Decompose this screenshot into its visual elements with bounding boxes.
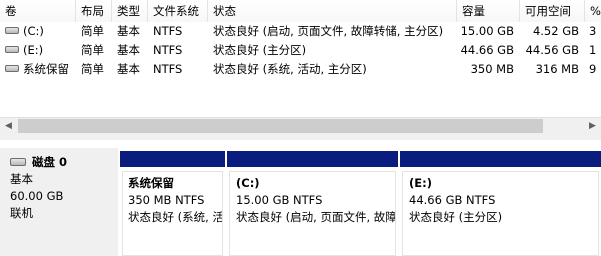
disk-state: 联机	[10, 206, 33, 220]
type-cell: 基本	[117, 62, 140, 76]
percent-free-cell: 3	[589, 24, 597, 38]
table-row[interactable]: 系统保留 简单 基本 NTFS 状态良好 (系统, 活动, 主分区) 350 M…	[0, 60, 601, 79]
drive-icon	[5, 46, 19, 53]
partition-details: (C:) 15.00 GB NTFS 状态良好 (启动, 页面文件, 故障转储,…	[229, 171, 396, 256]
column-header-volume[interactable]: 卷	[0, 0, 76, 22]
scrollbar-thumb[interactable]	[18, 119, 543, 133]
partition-status: 状态良好 (主分区)	[409, 210, 503, 224]
partition-details: 系统保留 350 MB NTFS 状态良好 (系统, 活动, 主分区)	[122, 171, 223, 256]
table-row[interactable]: (E:) 简单 基本 NTFS 状态良好 (主分区) 44.66 GB 44.5…	[0, 41, 601, 60]
layout-cell: 简单	[81, 43, 104, 57]
drive-icon	[5, 27, 19, 34]
volume-list-header: 卷 布局 类型 文件系统 状态 容量 可用空间 %	[0, 0, 601, 22]
capacity-cell: 350 MB	[470, 62, 514, 76]
free-space-cell: 316 MB	[535, 62, 579, 76]
partition-bar	[227, 151, 398, 167]
partition-name: 系统保留	[128, 176, 174, 190]
volume-list[interactable]: 卷 布局 类型 文件系统 状态 容量 可用空间 % (C:) 简单 基本 NTF…	[0, 0, 601, 119]
disk-size: 60.00 GB	[10, 189, 64, 203]
type-cell: 基本	[117, 24, 140, 38]
horizontal-scrollbar[interactable]: ◀ ▶	[0, 117, 601, 134]
free-space-cell: 4.52 GB	[532, 24, 579, 38]
filesystem-cell: NTFS	[153, 43, 183, 57]
disk-info-panel[interactable]: 磁盘 0 基本 60.00 GB 联机	[0, 148, 118, 256]
column-header-status[interactable]: 状态	[208, 0, 457, 22]
partition-status: 状态良好 (系统, 活动, 主分区)	[128, 210, 223, 224]
status-cell: 状态良好 (主分区)	[213, 43, 307, 57]
disk-title: 磁盘 0	[32, 155, 68, 169]
disk-icon	[10, 157, 26, 166]
partition-block-system-reserved[interactable]: 系统保留 350 MB NTFS 状态良好 (系统, 活动, 主分区)	[120, 151, 225, 256]
column-header-type[interactable]: 类型	[112, 0, 148, 22]
partition-block-e[interactable]: (E:) 44.66 GB NTFS 状态良好 (主分区)	[400, 151, 601, 256]
capacity-cell: 15.00 GB	[460, 24, 514, 38]
disk-title-row: 磁盘 0	[10, 154, 118, 171]
status-cell: 状态良好 (系统, 活动, 主分区)	[213, 62, 367, 76]
column-header-capacity[interactable]: 容量	[457, 0, 520, 22]
scroll-right-arrow-icon[interactable]: ▶	[584, 118, 601, 135]
filesystem-cell: NTFS	[153, 24, 183, 38]
volume-name: (C:)	[23, 24, 44, 38]
column-header-filesystem[interactable]: 文件系统	[148, 0, 208, 22]
type-cell: 基本	[117, 43, 140, 57]
drive-icon	[5, 65, 19, 72]
column-header-percent-free[interactable]: %	[585, 0, 601, 22]
volume-name: 系统保留	[23, 62, 69, 76]
status-cell: 状态良好 (启动, 页面文件, 故障转储, 主分区)	[213, 24, 444, 38]
layout-cell: 简单	[81, 24, 104, 38]
disk-graphical-view: 磁盘 0 基本 60.00 GB 联机 系统保留 350 MB NTFS 状态良…	[0, 140, 601, 256]
percent-free-cell: 1	[589, 43, 597, 57]
free-space-cell: 44.56 GB	[525, 43, 579, 57]
disk-type: 基本	[10, 172, 33, 186]
partition-bar	[400, 151, 601, 167]
volume-cell: (E:)	[0, 41, 76, 60]
volume-cell: 系统保留	[0, 60, 76, 79]
scroll-left-arrow-icon[interactable]: ◀	[0, 118, 17, 135]
partition-name: (E:)	[409, 176, 432, 190]
volume-cell: (C:)	[0, 22, 76, 41]
volume-name: (E:)	[23, 43, 44, 57]
partition-bar	[120, 151, 225, 167]
volume-rows: (C:) 简单 基本 NTFS 状态良好 (启动, 页面文件, 故障转储, 主分…	[0, 22, 601, 79]
filesystem-cell: NTFS	[153, 62, 183, 76]
partition-status: 状态良好 (启动, 页面文件, 故障转储, 主分区)	[236, 210, 396, 224]
column-header-layout[interactable]: 布局	[76, 0, 112, 22]
table-row[interactable]: (C:) 简单 基本 NTFS 状态良好 (启动, 页面文件, 故障转储, 主分…	[0, 22, 601, 41]
partition-name: (C:)	[236, 176, 260, 190]
partition-block-c[interactable]: (C:) 15.00 GB NTFS 状态良好 (启动, 页面文件, 故障转储,…	[227, 151, 398, 256]
partition-size-fs: 350 MB NTFS	[128, 193, 205, 207]
partition-size-fs: 44.66 GB NTFS	[409, 193, 496, 207]
partition-details: (E:) 44.66 GB NTFS 状态良好 (主分区)	[402, 171, 599, 256]
capacity-cell: 44.66 GB	[460, 43, 514, 57]
percent-free-cell: 9	[589, 62, 597, 76]
layout-cell: 简单	[81, 62, 104, 76]
column-header-free-space[interactable]: 可用空间	[520, 0, 585, 22]
partition-size-fs: 15.00 GB NTFS	[236, 193, 323, 207]
